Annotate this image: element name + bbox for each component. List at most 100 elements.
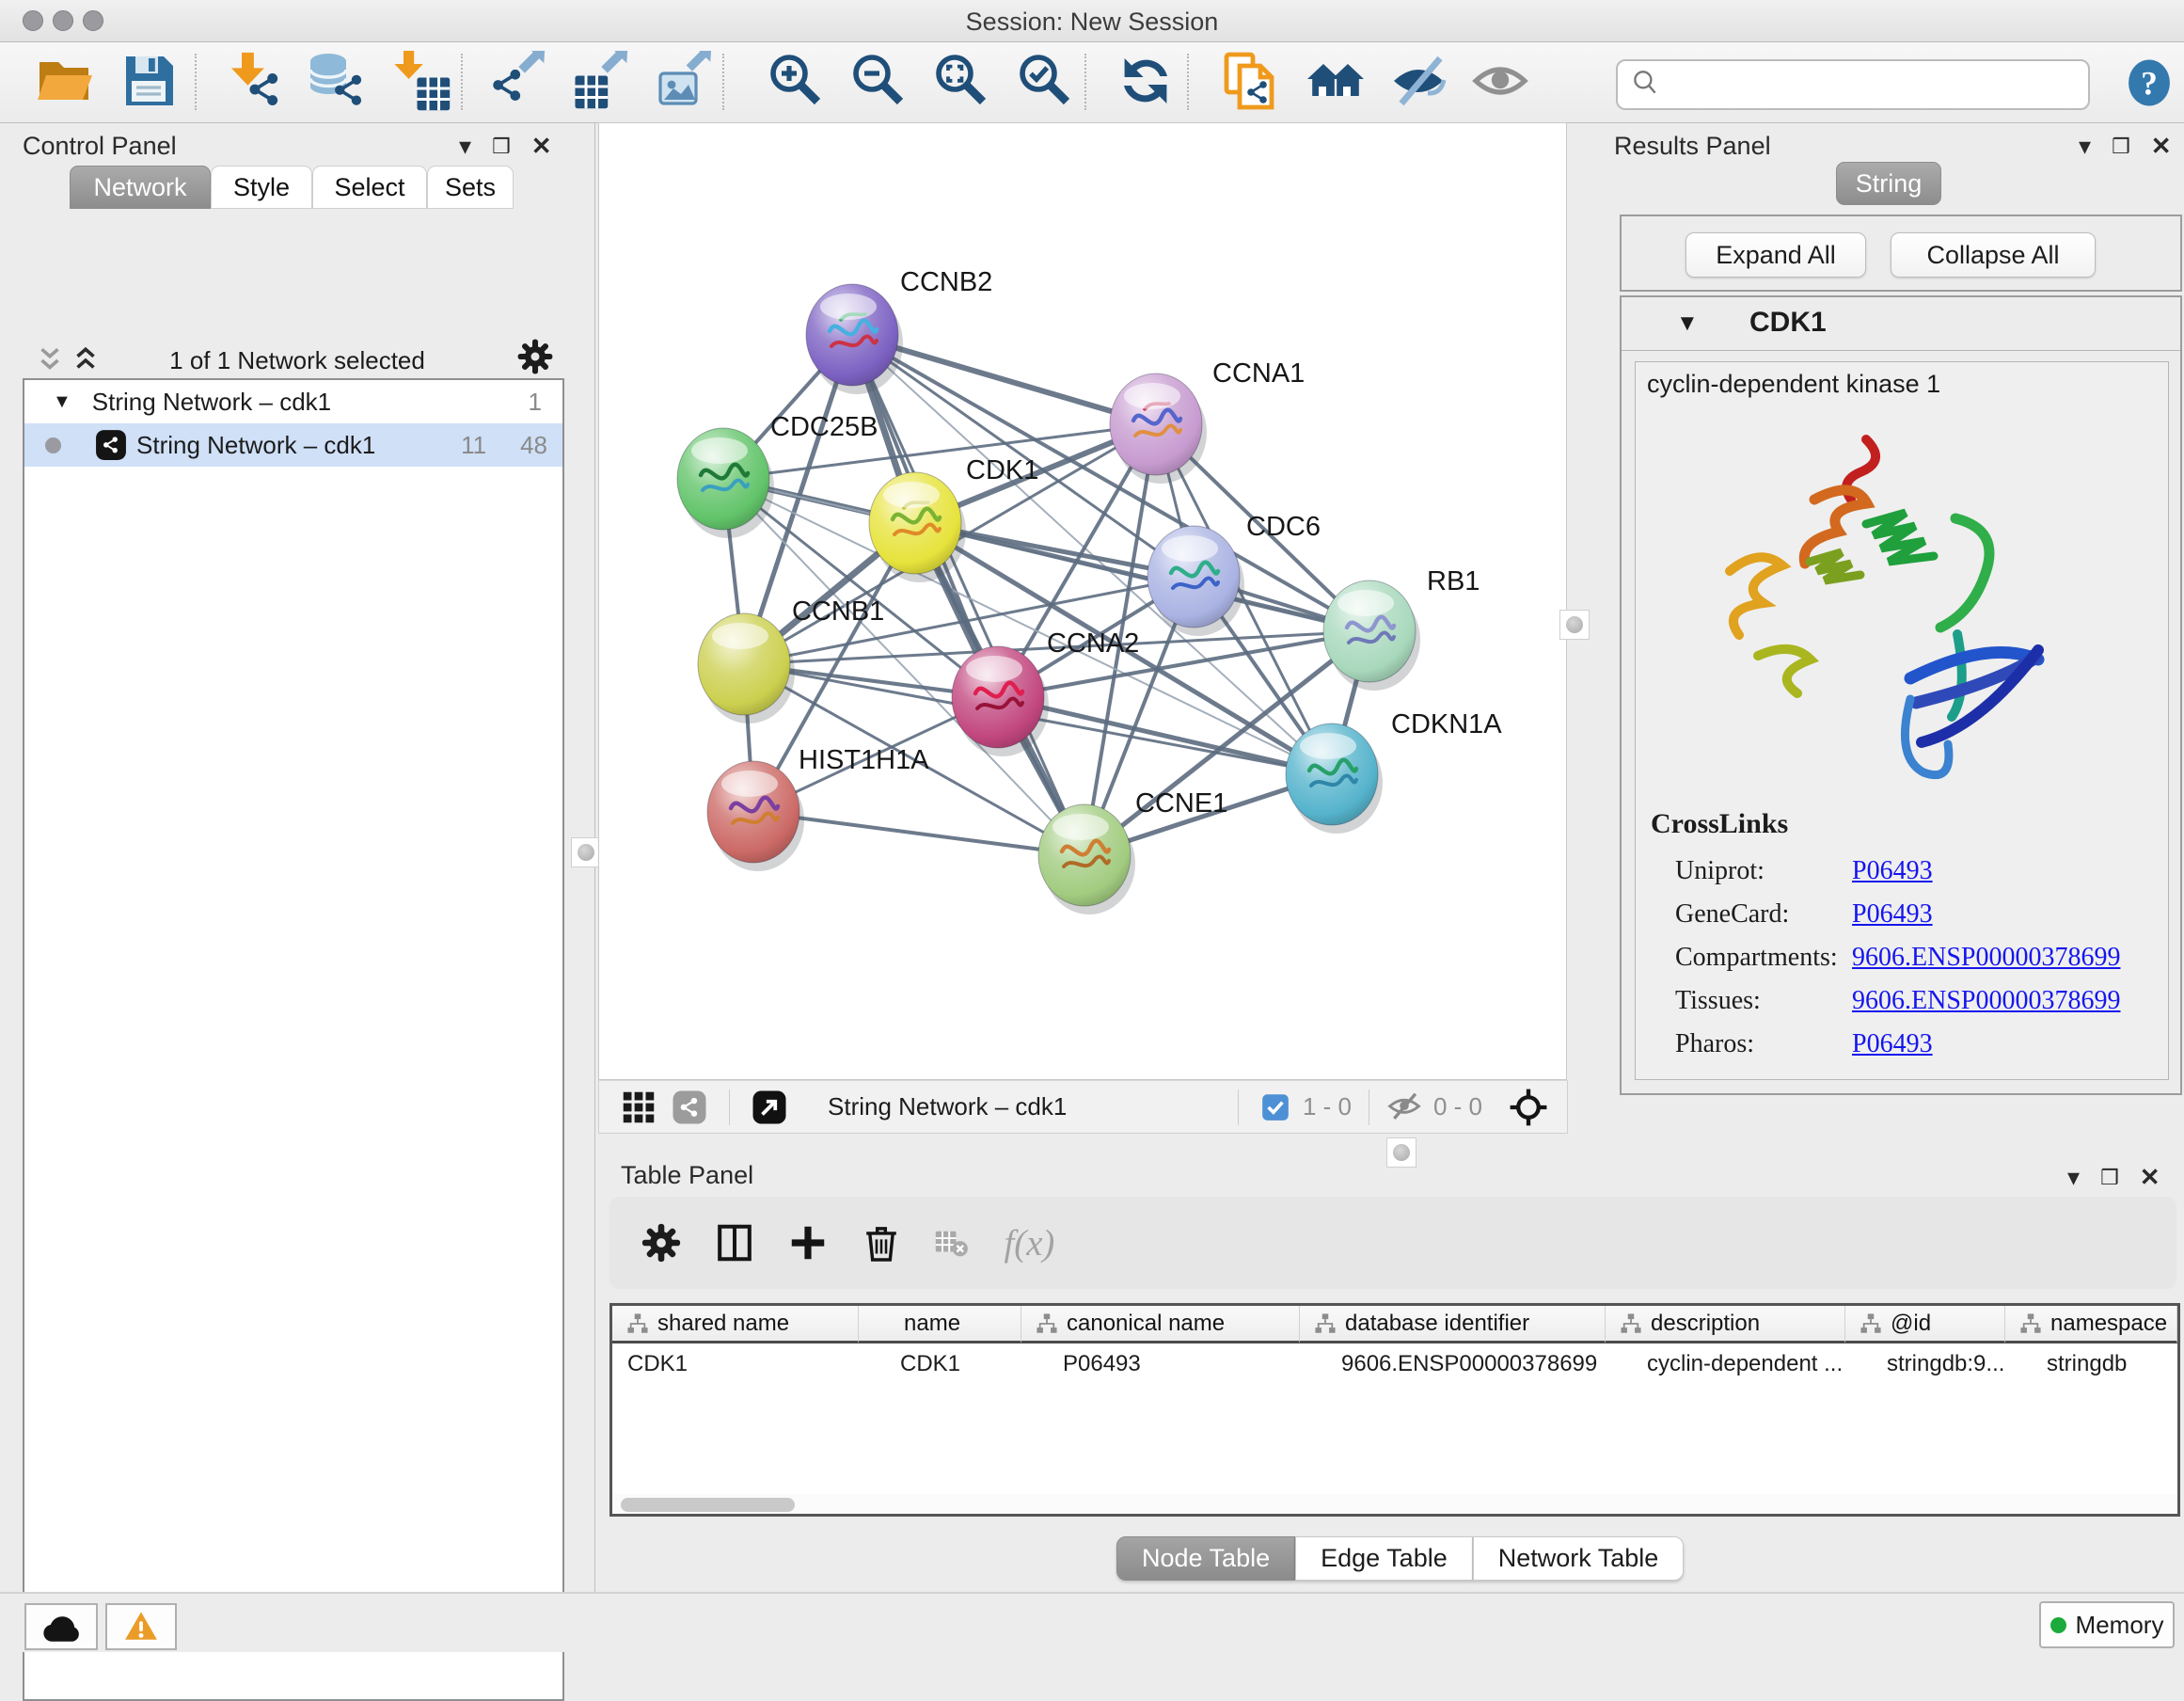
network-thumbnail-icon[interactable]	[671, 1089, 708, 1126]
crosslink-row: Compartments: 9606.ENSP00000378699	[1675, 936, 2164, 979]
zoom-selected-icon[interactable]	[1014, 51, 1074, 111]
network-node-CDK1[interactable]	[869, 472, 966, 582]
hidden-items-eye-slash-icon[interactable]	[1386, 1089, 1422, 1125]
help-icon[interactable]: ?	[2124, 57, 2175, 110]
refresh-icon[interactable]	[1116, 51, 1176, 111]
column-header-shared-name[interactable]: shared name	[612, 1306, 859, 1343]
network-node-CCNE1[interactable]	[1038, 804, 1135, 914]
collapse-all-button[interactable]: Collapse All	[1891, 232, 2096, 278]
network-node-CCNA1[interactable]	[1110, 374, 1207, 484]
column-header-description[interactable]: description	[1606, 1306, 1845, 1343]
import-network-icon[interactable]	[222, 51, 282, 111]
tab-string[interactable]: String	[1836, 162, 1941, 205]
tab-sets[interactable]: Sets	[427, 166, 514, 209]
vertical-splitter-handle-left[interactable]	[571, 837, 601, 867]
column-header-canonical-name[interactable]: canonical name	[1021, 1306, 1300, 1343]
tab-node-table[interactable]: Node Table	[1116, 1536, 1295, 1581]
export-image-icon[interactable]	[657, 51, 717, 111]
tab-network-table[interactable]: Network Table	[1473, 1536, 1685, 1581]
export-network-icon[interactable]	[490, 51, 550, 111]
table-panel-menu-icon[interactable]: ▾	[2067, 1163, 2080, 1192]
table-cell[interactable]: stringdb:9...	[1872, 1346, 2005, 1382]
network-edge[interactable]	[852, 335, 1084, 855]
table-cell[interactable]: 9606.ENSP00000378699	[1326, 1346, 1606, 1382]
control-panel-close-icon[interactable]: ✕	[531, 132, 552, 161]
crosslink-value-link[interactable]: 9606.ENSP00000378699	[1852, 986, 2120, 1016]
show-columns-icon[interactable]	[713, 1221, 756, 1264]
zoom-fit-icon[interactable]	[930, 51, 990, 111]
column-header-database-identifier[interactable]: database identifier	[1300, 1306, 1606, 1343]
network-node-HIST1H1A[interactable]	[707, 761, 804, 871]
column-header--id[interactable]: @id	[1845, 1306, 2005, 1343]
table-cell[interactable]: P06493	[1048, 1346, 1300, 1382]
memory-button[interactable]: Memory	[2039, 1601, 2175, 1648]
node-label-CCNE1: CCNE1	[1135, 788, 1227, 819]
column-header-name[interactable]: name	[859, 1306, 1021, 1343]
warnings-button[interactable]	[105, 1603, 177, 1650]
delete-column-icon[interactable]	[860, 1221, 903, 1264]
home-icon[interactable]	[1306, 51, 1366, 111]
tree-caret-icon[interactable]: ▼	[53, 391, 71, 413]
open-folder-icon[interactable]	[34, 51, 94, 111]
toggle-visibility-icon[interactable]	[1388, 51, 1448, 111]
table-cell[interactable]: CDK1	[885, 1346, 1021, 1382]
network-node-CDC25B[interactable]	[677, 428, 774, 538]
zoom-in-icon[interactable]	[765, 51, 825, 111]
save-icon[interactable]	[119, 51, 179, 111]
export-table-icon[interactable]	[573, 51, 633, 111]
table-horizontal-scrollbar[interactable]	[612, 1494, 2177, 1514]
column-header-namespace[interactable]: namespace	[2005, 1306, 2177, 1343]
node-table[interactable]: shared name name canonical name database…	[609, 1303, 2180, 1517]
expand-all-button[interactable]: Expand All	[1685, 232, 1866, 278]
results-panel-menu-icon[interactable]: ▾	[2079, 132, 2091, 161]
crosslink-value-link[interactable]: P06493	[1852, 856, 1933, 886]
collapse-caret-icon[interactable]: ▼	[1676, 310, 1699, 337]
zoom-out-icon[interactable]	[847, 51, 908, 111]
tab-network[interactable]: Network	[70, 166, 211, 209]
crosslink-value-link[interactable]: P06493	[1852, 899, 1933, 930]
eye-icon[interactable]	[1470, 51, 1530, 111]
results-panel-float-icon[interactable]: ❒	[2112, 135, 2130, 159]
search-input[interactable]	[1661, 70, 2088, 101]
import-database-icon[interactable]	[306, 51, 366, 111]
window-titlebar: Session: New Session	[0, 0, 2184, 42]
network-canvas[interactable]: CCNB2CCNA1CDC25BCDK1CDC6RB1CCNB1CCNA2CDK…	[598, 122, 1567, 1080]
tab-select[interactable]: Select	[312, 166, 427, 209]
table-panel-float-icon[interactable]: ❒	[2100, 1166, 2119, 1190]
grid-view-icon[interactable]	[620, 1089, 657, 1126]
cloud-button[interactable]	[24, 1603, 98, 1650]
network-node-CDKN1A[interactable]	[1286, 723, 1383, 834]
tree-row-collection[interactable]: ▼ String Network – cdk1 1	[24, 380, 562, 423]
crosslinks-title: CrossLinks	[1651, 808, 1788, 840]
network-node-CCNB1[interactable]	[698, 613, 795, 723]
selected-items-checkbox-icon[interactable]	[1259, 1091, 1291, 1123]
birds-eye-view-icon[interactable]	[1507, 1086, 1550, 1129]
main-toolbar: ?	[0, 42, 2184, 123]
crosslink-value-link[interactable]: 9606.ENSP00000378699	[1852, 943, 2120, 973]
import-table-icon[interactable]	[390, 51, 451, 111]
network-node-RB1[interactable]	[1323, 580, 1420, 691]
table-panel-close-icon[interactable]: ✕	[2140, 1163, 2160, 1192]
add-column-icon[interactable]	[786, 1221, 830, 1264]
control-panel-menu-icon[interactable]: ▾	[459, 132, 471, 161]
table-scrollbar-thumb[interactable]	[621, 1498, 795, 1512]
tree-row-network[interactable]: String Network – cdk1 11 48	[24, 423, 562, 467]
tab-edge-table[interactable]: Edge Table	[1295, 1536, 1473, 1581]
network-node-CCNA2[interactable]	[952, 646, 1049, 756]
tab-style[interactable]: Style	[211, 166, 312, 209]
network-graph[interactable]: CCNB2CCNA1CDC25BCDK1CDC6RB1CCNB1CCNA2CDK…	[599, 123, 1566, 1079]
crosslink-value-link[interactable]: P06493	[1852, 1029, 1933, 1059]
search-box[interactable]	[1616, 59, 2090, 110]
clone-network-icon[interactable]	[1221, 51, 1281, 111]
table-cell[interactable]: stringdb	[2032, 1346, 2177, 1382]
network-options-gear-icon[interactable]	[515, 337, 555, 376]
results-panel-close-icon[interactable]: ✕	[2151, 132, 2172, 161]
network-node-CCNB2[interactable]	[806, 284, 903, 394]
selected-node-edge-counts: 1 - 0	[1303, 1092, 1352, 1121]
gene-section-header[interactable]: ▼ CDK1	[1622, 297, 2180, 351]
control-panel-float-icon[interactable]: ❒	[492, 135, 511, 159]
table-cell[interactable]: cyclin-dependent ...	[1632, 1346, 1845, 1382]
detach-view-icon[interactable]	[751, 1089, 788, 1126]
table-options-gear-icon[interactable]	[640, 1221, 683, 1264]
table-cell[interactable]: CDK1	[612, 1346, 859, 1382]
